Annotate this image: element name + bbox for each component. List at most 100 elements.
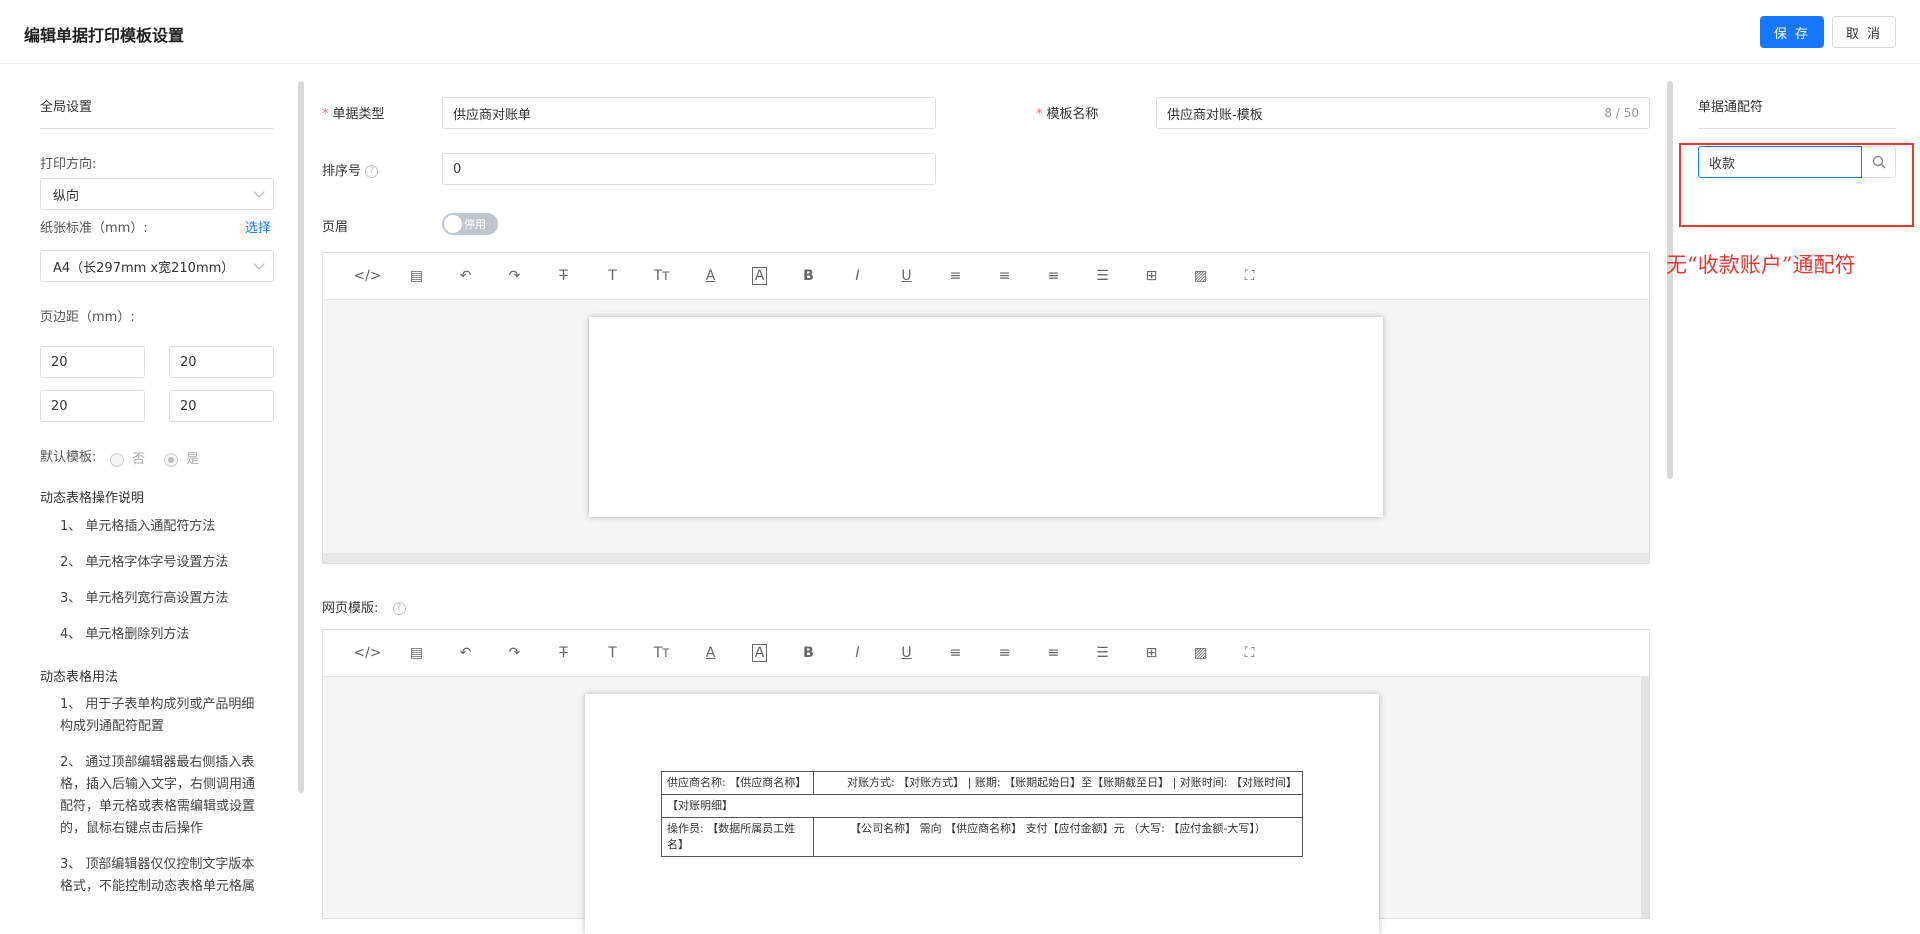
paper-select[interactable]: A4（长297mm x宽210mm） [40, 250, 274, 282]
margin-left-input[interactable]: 20 [40, 390, 145, 422]
doc-type-label-text: 单据类型 [332, 107, 385, 122]
help-icon[interactable]: ? [365, 165, 379, 178]
usage-text: 3、 顶部编辑器仅仅控制文字版本 [60, 857, 255, 872]
sort-input[interactable]: 0 [442, 153, 936, 185]
wildcard-title: 单据通配符 [1698, 100, 1764, 115]
vertical-scrollbar[interactable] [1641, 677, 1649, 918]
template-icon[interactable]: ▤ [392, 641, 441, 665]
cancel-button[interactable]: 取 消 [1832, 16, 1896, 48]
text-size-icon[interactable]: TT [637, 264, 686, 288]
sort-label: 排序号 ? [322, 160, 379, 179]
undo-icon[interactable]: ↶ [441, 264, 490, 288]
page-title: 编辑单据打印模板设置 [24, 26, 185, 45]
redo-icon[interactable]: ↷ [490, 641, 539, 665]
header-toggle-label: 停用 [464, 218, 486, 231]
orientation-select[interactable]: 纵向 [40, 178, 274, 210]
redo-icon[interactable]: ↷ [490, 264, 539, 288]
margin-label: 页边距（mm）: [40, 310, 135, 325]
web-editor-toolbar: </> ▤ ↶ ↷ T T T T A A B I U ≡ ≡ ≡ ☰ ⊞ ▨ ⛶ [322, 629, 1650, 677]
default-yes-radio[interactable]: 是 [164, 448, 199, 467]
doc-type-label: * 单据类型 [322, 107, 385, 122]
horizontal-scrollbar[interactable] [323, 553, 1649, 563]
margin-top-input[interactable]: 20 [40, 346, 145, 378]
header-editor-toolbar: </> ▤ ↶ ↷ T T T T A A B I U ≡ ≡ ≡ ☰ ⊞ ▨ ⛶ [322, 252, 1650, 300]
header-toggle[interactable]: 停用 [442, 213, 498, 235]
align-center-icon[interactable]: ≡ [980, 264, 1029, 288]
code-icon[interactable]: </> [343, 641, 392, 665]
default-template-label: 默认模板: [40, 450, 97, 465]
header-paper[interactable] [589, 317, 1383, 517]
table-icon[interactable]: ⊞ [1127, 264, 1176, 288]
align-right-icon[interactable]: ≡ [1029, 641, 1078, 665]
strikethrough-icon[interactable]: T [539, 264, 588, 288]
usage-text: 的，鼠标右键点击后操作 [60, 821, 204, 836]
usage-text: 配符，单元格或表格需编辑或设置 [60, 799, 256, 814]
italic-icon[interactable]: I [833, 264, 882, 288]
font-color-icon[interactable]: A [686, 641, 735, 665]
fullscreen-icon[interactable]: ⛶ [1225, 264, 1274, 288]
font-size-icon[interactable]: T [588, 264, 637, 288]
ops-item[interactable]: 4、 单元格删除列方法 [60, 624, 189, 646]
margin-bottom-input[interactable]: 20 [169, 346, 274, 378]
table-cell[interactable]: 【公司名称】 需向 【供应商名称】 支付【应付金额】元 （大写: 【应付金额-大… [813, 817, 1303, 857]
usage-text: 格，插入后输入文字，右侧调用通 [60, 777, 256, 792]
margin-right-input[interactable]: 20 [169, 390, 274, 422]
align-left-icon[interactable]: ≡ [931, 641, 980, 665]
align-right-icon[interactable]: ≡ [1029, 264, 1078, 288]
font-size-icon[interactable]: T [588, 641, 637, 665]
help-icon[interactable]: ? [392, 602, 406, 615]
default-no-radio[interactable]: 否 [110, 448, 145, 467]
orientation-label: 打印方向: [40, 157, 97, 172]
default-no-label: 否 [132, 452, 146, 467]
italic-icon[interactable]: I [833, 641, 882, 665]
align-center-icon[interactable]: ≡ [980, 641, 1029, 665]
left-scrollbar[interactable] [298, 81, 304, 793]
font-color-icon[interactable]: A [686, 264, 735, 288]
underline-icon[interactable]: U [882, 641, 931, 665]
ops-item[interactable]: 1、 单元格插入通配符方法 [60, 516, 215, 538]
chevron-down-icon [253, 186, 265, 198]
code-icon[interactable]: </> [343, 264, 392, 288]
header-editor-body[interactable] [322, 300, 1650, 564]
table-cell[interactable]: 操作员: 【数据所属员工姓名】 [661, 817, 814, 857]
divider [40, 128, 274, 129]
sort-label-text: 排序号 [322, 164, 362, 179]
usage-text: 格式，不能控制动态表格单元格属 [60, 879, 256, 894]
underline-icon[interactable]: U [882, 264, 931, 288]
bold-icon[interactable]: B [784, 641, 833, 665]
usage-text: 2、 通过顶部编辑器最右侧插入表 [60, 755, 255, 770]
ops-title: 动态表格操作说明 [40, 491, 145, 506]
line-height-icon[interactable]: ☰ [1078, 264, 1127, 288]
background-color-icon[interactable]: A [735, 264, 784, 288]
align-left-icon[interactable]: ≡ [931, 264, 980, 288]
undo-icon[interactable]: ↶ [441, 641, 490, 665]
template-table[interactable]: 供应商名称: 【供应商名称】 对账方式: 【对账方式】 | 账期: 【账期起始日… [661, 771, 1303, 857]
image-icon[interactable]: ▨ [1176, 641, 1225, 665]
template-icon[interactable]: ▤ [392, 264, 441, 288]
fullscreen-icon[interactable]: ⛶ [1225, 641, 1274, 665]
image-icon[interactable]: ▨ [1176, 264, 1225, 288]
table-cell[interactable]: 对账方式: 【对账方式】 | 账期: 【账期起始日】至【账期截至日】 | 对账时… [813, 771, 1303, 795]
bold-icon[interactable]: B [784, 264, 833, 288]
header-label: 页眉 [322, 220, 349, 235]
ops-item[interactable]: 3、 单元格列宽行高设置方法 [60, 588, 228, 610]
line-height-icon[interactable]: ☰ [1078, 641, 1127, 665]
doc-type-input[interactable]: 供应商对账单 [442, 97, 936, 129]
strikethrough-icon[interactable]: T [539, 641, 588, 665]
annotation-text: 无“收款账户”通配符 [1666, 253, 1856, 277]
table-icon[interactable]: ⊞ [1127, 641, 1176, 665]
web-template-label: 网页模版: ? [322, 597, 406, 616]
background-color-icon[interactable]: A [735, 641, 784, 665]
ops-item[interactable]: 2、 单元格字体字号设置方法 [60, 552, 228, 574]
annotation-box [1679, 143, 1914, 227]
char-count: 8 / 50 [1604, 106, 1639, 120]
template-name-input[interactable]: 供应商对账-模板 8 / 50 [1156, 97, 1650, 129]
paper-select-link[interactable]: 选择 [245, 217, 271, 236]
radio-checked-icon [164, 452, 178, 467]
table-cell[interactable]: 【对账明细】 [661, 794, 1303, 818]
chevron-down-icon [253, 258, 265, 270]
table-cell[interactable]: 供应商名称: 【供应商名称】 [661, 771, 814, 795]
text-size-icon[interactable]: TT [637, 641, 686, 665]
center-scrollbar[interactable] [1667, 81, 1673, 479]
save-button[interactable]: 保 存 [1760, 16, 1824, 48]
